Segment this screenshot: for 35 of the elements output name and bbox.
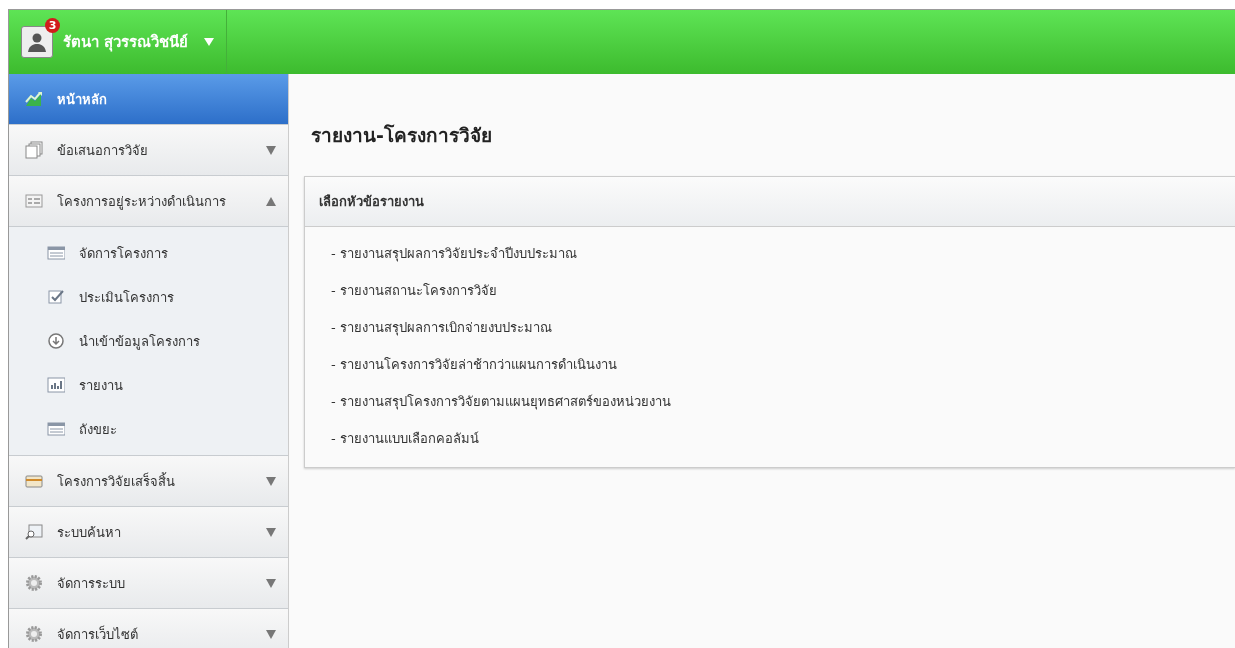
gear-icon: [25, 625, 43, 643]
card-icon: [25, 472, 43, 490]
pages-icon: [25, 141, 43, 159]
report-link[interactable]: - รายงานสถานะโครงการวิจัย: [331, 272, 497, 309]
report-link[interactable]: - รายงานสรุปโครงการวิจัยตามแผนยุทธศาสตร์ของหน่วยงาน: [331, 383, 671, 420]
sidebar-item[interactable]: จัดการระบบ: [9, 558, 288, 609]
page-title: รายงาน-โครงการวิจัย: [311, 123, 493, 148]
sidebar-item[interactable]: ระบบค้นหา: [9, 507, 288, 558]
checkbox-icon: [47, 288, 65, 306]
form-icon: [25, 192, 43, 210]
sidebar-item[interactable]: โครงการวิจัยเสร็จสิ้น: [9, 456, 288, 507]
download-icon: [47, 332, 65, 350]
submenu-item[interactable]: นำเข้าข้อมูลโครงการ: [9, 319, 288, 363]
submenu-item[interactable]: ประเมินโครงการ: [9, 275, 288, 319]
chart-icon: [25, 90, 43, 108]
report-link[interactable]: - รายงานสรุปผลการวิจัยประจำปีงบประมาณ: [331, 235, 577, 272]
search-icon: [25, 523, 43, 541]
report-link[interactable]: - รายงานสรุปผลการเบิกจ่ายงบประมาณ: [331, 309, 552, 346]
notification-count: 3: [45, 18, 60, 33]
report-link[interactable]: - รายงานแบบเลือกคอลัมน์: [331, 420, 479, 457]
sidebar-item[interactable]: โครงการอยู่ระหว่างดำเนินการ: [9, 176, 288, 227]
gear-icon: [25, 574, 43, 592]
caret-icon: [204, 38, 215, 46]
panel-heading: เลือกหัวข้อรายงาน: [305, 177, 1235, 227]
sidebar-item[interactable]: จัดการเว็บไซต์: [9, 609, 288, 648]
sidebar-item[interactable]: ข้อเสนอการวิจัย: [9, 125, 288, 176]
report-link[interactable]: - รายงานโครงการวิจัยล่าช้ากว่าแผนการดำเนินงาน: [331, 346, 617, 383]
submenu-item[interactable]: จัดการโครงการ: [9, 231, 288, 275]
bar-chart-icon: [47, 376, 65, 394]
user-name: รัตนา สุวรรณวิชนีย์: [63, 32, 189, 54]
list-icon: [47, 420, 65, 438]
submenu-item[interactable]: ถังขยะ: [9, 407, 288, 451]
submenu-item[interactable]: รายงาน: [9, 363, 288, 407]
list-icon: [47, 244, 65, 262]
sidebar-item[interactable]: หน้าหลัก: [9, 74, 288, 125]
